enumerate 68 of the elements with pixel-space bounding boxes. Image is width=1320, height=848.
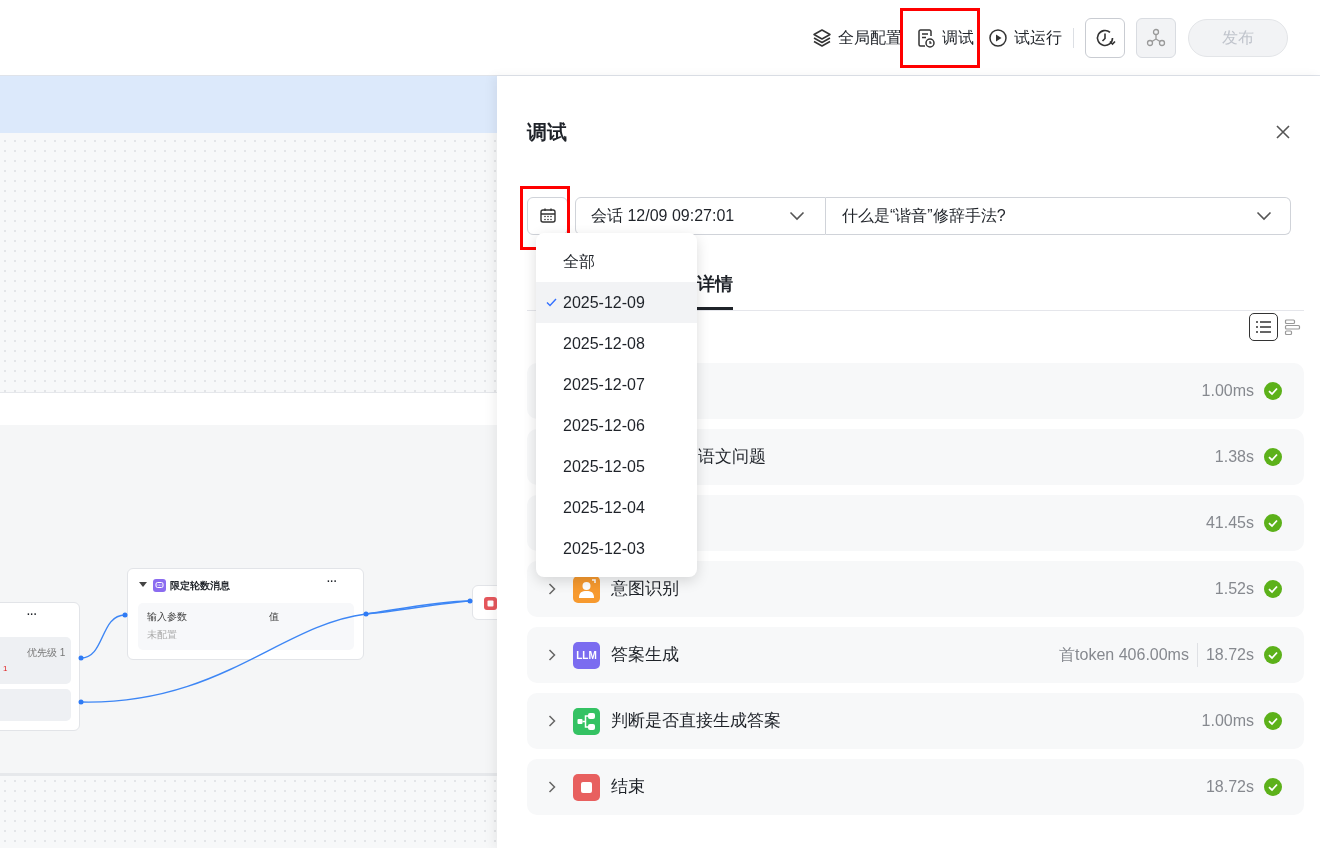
select-value: 会话 12/09 09:27:01 — [591, 206, 735, 226]
column-header: 值 — [269, 611, 279, 623]
list-icon — [1254, 319, 1273, 335]
close-button[interactable] — [1274, 123, 1292, 141]
duration: 1.00ms — [1201, 381, 1254, 401]
run-row[interactable]: 判断是否直接生成答案 1.00ms — [527, 693, 1304, 749]
chevron-right-icon[interactable] — [547, 648, 557, 662]
run-row[interactable]: 意图识别 1.52s — [527, 561, 1304, 617]
node-name: 意图识别 — [611, 578, 679, 601]
case-value: 1 — [3, 664, 8, 674]
chevron-down-icon — [789, 211, 805, 221]
more-menu[interactable]: ··· — [327, 576, 337, 588]
chevron-right-icon[interactable] — [547, 582, 557, 596]
branch-icon — [573, 707, 600, 735]
success-icon — [1264, 448, 1282, 466]
success-icon — [1264, 712, 1282, 730]
caret-icon[interactable] — [139, 582, 147, 587]
dropdown-item[interactable]: 全部 — [536, 241, 697, 282]
column-header: 输入参数 — [147, 611, 187, 623]
dropdown-item[interactable]: 2025-12-09 — [536, 282, 697, 323]
priority-label: 优先级 1 — [27, 647, 66, 659]
empty-value: 未配置 — [147, 629, 177, 641]
llm-icon: LLM — [573, 641, 600, 669]
success-icon — [1264, 514, 1282, 532]
duration: 1.38s — [1214, 447, 1254, 467]
node-name: 结束 — [611, 776, 645, 799]
timeline-icon — [1284, 318, 1302, 336]
question-select[interactable]: 什么是“谐音”修辞手法? — [826, 197, 1291, 235]
success-icon — [1264, 778, 1282, 796]
toolbar-button[interactable]: 试运行 — [988, 25, 1062, 50]
toolbar-button[interactable]: 调试 — [916, 25, 974, 50]
close-icon — [1275, 124, 1291, 140]
stop-icon — [573, 773, 600, 801]
node-name: 判断是否直接生成答案 — [611, 710, 781, 733]
duration: 41.45s — [1205, 513, 1254, 533]
first-token-time: 首token 406.00ms — [1059, 645, 1189, 665]
calendar-icon — [538, 207, 557, 225]
node-name: 答案生成 — [611, 644, 679, 667]
check-icon — [546, 298, 557, 307]
view-toggle[interactable] — [1249, 313, 1278, 341]
run-row[interactable]: 结束 18.72s — [527, 759, 1304, 815]
chevron-down-icon — [1256, 211, 1272, 221]
duration: 18.72s — [1205, 777, 1254, 797]
dropdown-item[interactable]: 2025-12-08 — [536, 323, 697, 364]
more-menu[interactable]: ··· — [27, 609, 37, 621]
success-icon — [1264, 580, 1282, 598]
nodes-icon — [1145, 26, 1167, 49]
duration: 1.52s — [1214, 579, 1254, 599]
success-icon — [1264, 646, 1282, 664]
select-value: 什么是“谐音”修辞手法? — [842, 206, 1006, 226]
play-icon — [988, 27, 1008, 48]
duration: 18.72s — [1205, 645, 1254, 665]
document-clock-icon — [916, 27, 936, 48]
node-name: 语文问题 — [698, 446, 766, 469]
run-row[interactable]: LLM 答案生成 首token 406.00ms 18.72s — [527, 627, 1304, 683]
chat-icon — [153, 579, 166, 592]
dropdown-item[interactable]: 2025-12-07 — [536, 364, 697, 405]
chevron-right-icon[interactable] — [547, 780, 557, 794]
panel-title: 调试 — [527, 120, 567, 145]
toolbar-button[interactable]: 全局配置 — [812, 25, 902, 50]
toolbar-icon-button[interactable] — [1085, 17, 1125, 58]
calendar-button[interactable] — [527, 197, 568, 235]
chevron-right-icon[interactable] — [547, 714, 557, 728]
node-title: 限定轮数消息 — [170, 579, 230, 592]
duration: 1.00ms — [1201, 711, 1254, 731]
success-icon — [1264, 382, 1282, 400]
dropdown-item[interactable]: 2025-12-05 — [536, 446, 697, 487]
layers-icon — [812, 27, 832, 48]
